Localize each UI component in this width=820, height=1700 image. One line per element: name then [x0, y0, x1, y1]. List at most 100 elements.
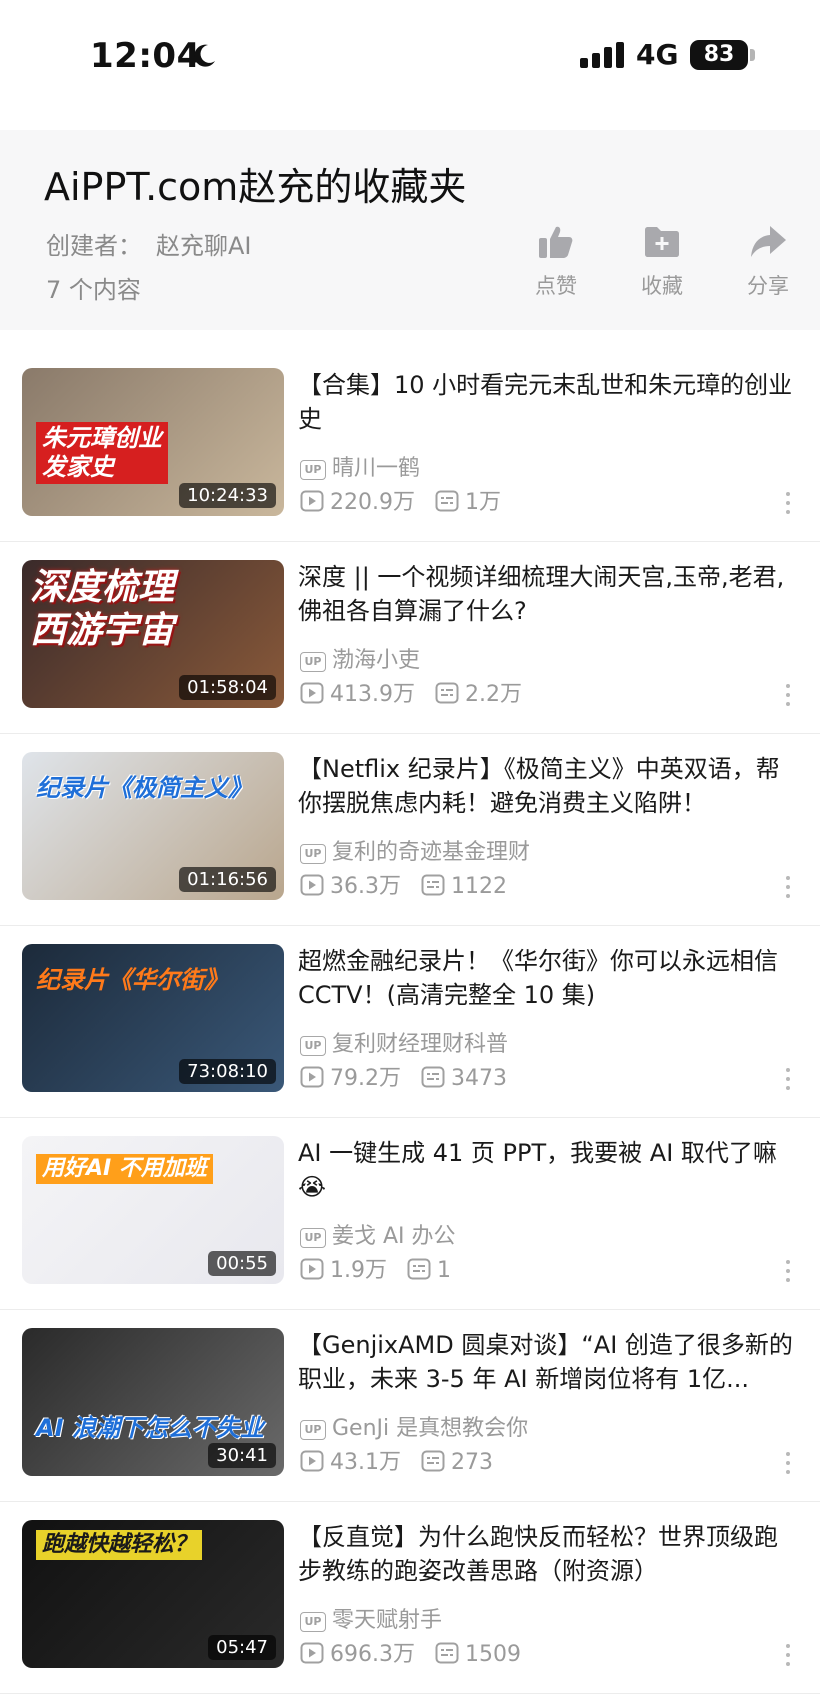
uploader-name: 姜戈 AI 办公: [332, 1224, 456, 1249]
thumbnail-caption: 跑越快越轻松？: [36, 1530, 203, 1561]
video-list-item[interactable]: 跑越快越轻松？ 05:47 【反直觉】为什么跑快反而轻松？世界顶级跑步教练的跑姿…: [0, 1502, 820, 1694]
video-thumbnail[interactable]: AI 浪潮下怎么不失业 30:41: [22, 1328, 284, 1476]
more-options-icon[interactable]: [784, 684, 792, 710]
video-thumbnail[interactable]: 纪录片《极简主义》 01:16:56: [22, 752, 284, 900]
thumbnail-caption: 朱元璋创业 发家史: [36, 422, 168, 484]
danmaku-count-icon: [435, 682, 459, 704]
creator-name[interactable]: 赵充聊AI: [156, 232, 252, 260]
battery-nub: [750, 49, 755, 61]
view-count: 220.9万: [330, 490, 415, 515]
danmaku-count-icon: [407, 1258, 431, 1280]
thumbnail-caption: 纪录片《华尔街》: [36, 966, 228, 994]
danmaku-count: 1509: [464, 1642, 521, 1667]
video-stats: 79.2万 3473: [300, 1060, 507, 1092]
video-thumbnail[interactable]: 朱元璋创业 发家史 10:24:33: [22, 368, 284, 516]
video-duration: 05:47: [208, 1635, 276, 1660]
video-duration: 30:41: [208, 1443, 276, 1468]
creator-label: 创建者：: [46, 232, 142, 260]
favorite-button[interactable]: 收藏: [622, 222, 702, 300]
more-options-icon[interactable]: [784, 876, 792, 902]
danmaku-count: 1: [437, 1258, 451, 1283]
play-count-icon: [300, 1066, 324, 1088]
danmaku-count-icon: [435, 490, 459, 512]
video-stats: 36.3万 1122: [300, 868, 507, 900]
video-stats: 413.9万 2.2万: [300, 676, 522, 708]
uploader-line[interactable]: UP 渤海小吏: [300, 642, 420, 674]
video-title[interactable]: 【GenjixAMD 圆桌对谈】“AI 创造了很多新的职业，未来 3-5 年 A…: [298, 1328, 798, 1396]
uploader-line[interactable]: UP 复利财经理财科普: [300, 1026, 508, 1058]
cellular-signal-icon: [580, 42, 624, 68]
item-count: 7 个内容: [46, 276, 141, 304]
collection-header: AiPPT.com赵充的收藏夹 创建者： 赵充聊AI 7 个内容 点赞 收藏 分享: [0, 130, 820, 330]
up-badge-icon: UP: [300, 844, 326, 864]
favorite-label: 收藏: [641, 274, 683, 298]
view-count: 696.3万: [330, 1642, 415, 1667]
video-list-item[interactable]: 用好AI 不用加班 00:55 AI 一键生成 41 页 PPT，我要被 AI …: [0, 1118, 820, 1310]
more-options-icon[interactable]: [784, 1068, 792, 1094]
up-badge-icon: UP: [300, 460, 326, 480]
video-title[interactable]: 【Netflix 纪录片】《极简主义》中英双语，帮你摆脱焦虑内耗！避免消费主义陷…: [298, 752, 798, 820]
uploader-line[interactable]: UP 晴川一鹤: [300, 450, 420, 482]
danmaku-count: 1122: [451, 874, 507, 899]
share-arrow-icon: [751, 226, 786, 257]
video-duration: 10:24:33: [179, 483, 276, 508]
uploader-name: 零天赋射手: [332, 1608, 443, 1633]
up-badge-icon: UP: [300, 1036, 326, 1056]
video-list-item[interactable]: 朱元璋创业 发家史 10:24:33 【合集】10 小时看完元末乱世和朱元璋的创…: [0, 350, 820, 542]
video-thumbnail[interactable]: 跑越快越轻松？ 05:47: [22, 1520, 284, 1668]
more-options-icon[interactable]: [784, 1260, 792, 1286]
thumbnail-caption: AI 浪潮下怎么不失业: [36, 1414, 264, 1442]
thumbnail-caption: 用好AI 不用加班: [36, 1154, 213, 1185]
video-duration: 01:58:04: [179, 675, 276, 700]
uploader-line[interactable]: UP GenJi 是真想教会你: [300, 1410, 528, 1442]
video-title[interactable]: 【合集】10 小时看完元末乱世和朱元璋的创业史: [298, 368, 798, 436]
like-button[interactable]: 点赞: [516, 222, 596, 300]
thumbnail-caption: 深度梳理 西游宇宙: [30, 567, 175, 652]
up-badge-icon: UP: [300, 1612, 326, 1632]
moon-icon: [194, 44, 215, 67]
video-list-item[interactable]: 纪录片《极简主义》 01:16:56 【Netflix 纪录片】《极简主义》中英…: [0, 734, 820, 926]
view-count: 1.9万: [330, 1258, 387, 1283]
video-title[interactable]: 【反直觉】为什么跑快反而轻松？世界顶级跑步教练的跑姿改善思路（附资源）: [298, 1520, 798, 1588]
network-type: 4G: [636, 38, 679, 71]
like-label: 点赞: [535, 274, 577, 298]
uploader-line[interactable]: UP 姜戈 AI 办公: [300, 1218, 456, 1250]
danmaku-count-icon: [421, 874, 445, 896]
danmaku-count: 3473: [451, 1066, 507, 1091]
video-thumbnail[interactable]: 纪录片《华尔街》 73:08:10: [22, 944, 284, 1092]
video-thumbnail[interactable]: 用好AI 不用加班 00:55: [22, 1136, 284, 1284]
battery-icon: 83: [690, 40, 748, 70]
uploader-line[interactable]: UP 零天赋射手: [300, 1602, 442, 1634]
thumbs-up-icon: [539, 226, 573, 258]
video-stats: 1.9万 1: [300, 1252, 451, 1284]
thumbnail-caption: 纪录片《极简主义》: [36, 774, 252, 802]
uploader-name: 渤海小吏: [332, 648, 421, 673]
video-stats: 43.1万 273: [300, 1444, 493, 1476]
video-duration: 01:16:56: [179, 867, 276, 892]
uploader-line[interactable]: UP 复利的奇迹基金理财: [300, 834, 530, 866]
play-count-icon: [300, 1642, 324, 1664]
danmaku-count: 2.2万: [464, 682, 522, 707]
video-list-item[interactable]: 深度梳理 西游宇宙 01:58:04 深度 || 一个视频详细梳理大闹天宫,玉帝…: [0, 542, 820, 734]
danmaku-count-icon: [421, 1066, 445, 1088]
video-title[interactable]: 超燃金融纪录片！《华尔街》你可以永远相信 CCTV！(高清完整全 10 集): [298, 944, 798, 1012]
more-options-icon[interactable]: [784, 492, 792, 518]
status-bar: 12:04 4G 83: [0, 0, 820, 110]
status-time: 12:04: [90, 36, 201, 76]
share-label: 分享: [747, 274, 789, 298]
video-title[interactable]: AI 一键生成 41 页 PPT，我要被 AI 取代了嘛😭: [298, 1136, 798, 1204]
uploader-name: GenJi 是真想教会你: [332, 1416, 529, 1441]
more-options-icon[interactable]: [784, 1644, 792, 1670]
view-count: 413.9万: [330, 682, 415, 707]
share-button[interactable]: 分享: [728, 222, 808, 300]
more-options-icon[interactable]: [784, 1452, 792, 1478]
view-count: 79.2万: [330, 1066, 401, 1091]
uploader-name: 复利财经理财科普: [332, 1032, 509, 1057]
play-count-icon: [300, 1258, 324, 1280]
play-count-icon: [300, 1450, 324, 1472]
video-list-item[interactable]: AI 浪潮下怎么不失业 30:41 【GenjixAMD 圆桌对谈】“AI 创造…: [0, 1310, 820, 1502]
video-list-item[interactable]: 纪录片《华尔街》 73:08:10 超燃金融纪录片！《华尔街》你可以永远相信 C…: [0, 926, 820, 1118]
danmaku-count: 1万: [464, 490, 501, 515]
video-title[interactable]: 深度 || 一个视频详细梳理大闹天宫,玉帝,老君,佛祖各自算漏了什么?: [298, 560, 798, 628]
video-thumbnail[interactable]: 深度梳理 西游宇宙 01:58:04: [22, 560, 284, 708]
